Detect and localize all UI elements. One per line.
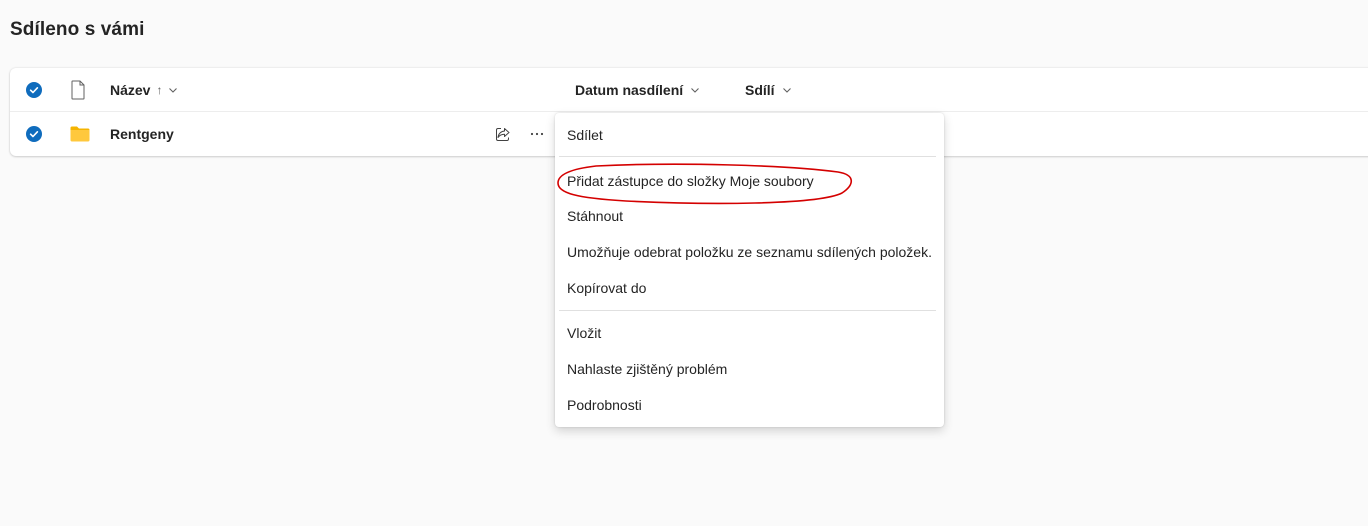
menu-divider xyxy=(559,156,936,157)
chevron-down-icon xyxy=(169,88,178,93)
page-title: Sdíleno s vámi xyxy=(10,19,145,40)
share-button[interactable] xyxy=(492,123,514,145)
menu-item-copy-to[interactable]: Kopírovat do xyxy=(567,273,936,303)
column-header-name[interactable]: Název ↑ xyxy=(110,82,178,98)
share-icon xyxy=(496,128,510,141)
checkmark-circle-icon[interactable] xyxy=(26,126,42,142)
menu-item-download[interactable]: Stáhnout xyxy=(567,201,936,231)
column-header-shared-by-label: Sdílí xyxy=(745,82,775,98)
chevron-down-icon xyxy=(782,88,791,93)
menu-item-details[interactable]: Podrobnosti xyxy=(567,390,936,420)
sort-ascending-icon: ↑ xyxy=(156,83,163,97)
column-header-shared-by[interactable]: Sdílí xyxy=(745,82,792,98)
menu-item-remove-from-shared[interactable]: Umožňuje odebrat položku ze seznamu sdíl… xyxy=(567,237,936,267)
document-icon xyxy=(71,80,85,100)
select-all-checkmark-icon[interactable] xyxy=(26,82,42,98)
menu-item-report-problem[interactable]: Nahlaste zjištěný problém xyxy=(567,354,936,384)
more-icon xyxy=(530,132,544,136)
more-options-button[interactable] xyxy=(526,123,548,145)
folder-icon xyxy=(70,126,90,142)
menu-item-share[interactable]: Sdílet xyxy=(567,120,936,150)
list-header-row: Název ↑ Datum nasdílení Sdílí xyxy=(10,68,1368,112)
context-menu: Sdílet Přidat zástupce do složky Moje so… xyxy=(555,113,944,427)
menu-divider xyxy=(559,310,936,311)
chevron-down-icon xyxy=(691,88,700,93)
menu-item-paste[interactable]: Vložit xyxy=(567,318,936,348)
column-header-date-label: Datum nasdílení xyxy=(575,82,684,98)
column-header-name-label: Název xyxy=(110,82,151,98)
column-header-date-shared[interactable]: Datum nasdílení xyxy=(575,82,700,98)
menu-item-add-shortcut[interactable]: Přidat zástupce do složky Moje soubory xyxy=(567,166,936,196)
item-name[interactable]: Rentgeny xyxy=(110,126,174,142)
